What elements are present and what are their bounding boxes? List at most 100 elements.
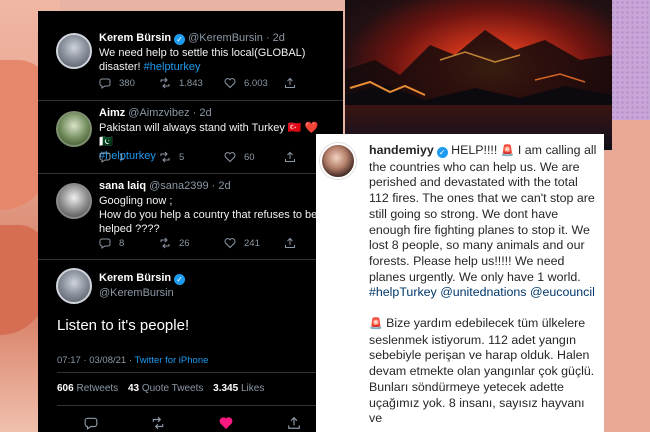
main-tweet-actions: [38, 416, 343, 432]
tweet-text: We need help to settle this local(GLOBAL…: [99, 46, 329, 74]
caption-text: Bize yardım edebilecek tüm ülkelere sesl…: [369, 316, 595, 426]
avatar[interactable]: [320, 143, 356, 179]
handle: @Aimzvibez · 2d: [128, 107, 212, 119]
tweet-actions: 380 1.843 6.003: [99, 77, 296, 89]
share-icon: [284, 151, 296, 163]
instagram-post-card: handemiyy ✓ HELP!!!! 🚨 I am calling all t…: [316, 134, 604, 432]
retweet-button[interactable]: 26: [159, 237, 224, 249]
hashtag-link[interactable]: #helpTurkey: [369, 285, 437, 299]
tweet-stats: 606 Retweets 43 Quote Tweets 3.345 Likes: [57, 383, 264, 394]
verified-badge-icon: ✓: [174, 274, 186, 285]
reply-count: 380: [119, 77, 135, 89]
avatar[interactable]: [56, 268, 92, 304]
tweet-body: Googling now ;: [99, 195, 173, 207]
retweet-count: 26: [179, 237, 190, 249]
siren-icon: 🚨: [369, 318, 383, 331]
hashtag-link[interactable]: #helpturkey: [144, 61, 201, 73]
caption-paragraph-turkish: 🚨 Bize yardım edebilecek tüm ülkelere se…: [369, 316, 599, 427]
mention-link[interactable]: @eucouncil: [530, 285, 595, 299]
reply-count: 1: [119, 151, 125, 163]
caption-text: I am calling all the countries who can h…: [369, 143, 597, 284]
retweet-button[interactable]: 5: [159, 151, 224, 163]
share-icon[interactable]: [287, 416, 301, 430]
display-name[interactable]: sana laiq: [99, 180, 146, 192]
tweet-header: Aimz @Aimzvibez · 2d: [99, 107, 212, 119]
instagram-username[interactable]: handemiyy: [369, 143, 434, 157]
tweet-actions: 1 5 60: [99, 151, 296, 163]
siren-icon: 🚨: [500, 145, 515, 157]
share-button[interactable]: [284, 237, 296, 249]
reply-icon: [99, 151, 111, 163]
handle: @KeremBursin: [99, 287, 174, 299]
background-pink-block: [600, 120, 650, 432]
display-name[interactable]: Kerem Bürsin: [99, 32, 171, 44]
reply-icon: [99, 77, 111, 89]
like-button[interactable]: 6.003: [224, 77, 284, 89]
reply-button[interactable]: 380: [99, 77, 159, 89]
share-button[interactable]: [284, 77, 296, 89]
divider: [38, 259, 343, 260]
display-name[interactable]: Kerem Bürsin: [99, 272, 171, 284]
retweet-icon: [159, 151, 171, 163]
instagram-caption: handemiyy ✓ HELP!!!! 🚨 I am calling all t…: [369, 143, 599, 427]
retweets-count[interactable]: 606: [57, 383, 74, 394]
tweet-timestamp: 07:17 · 03/08/21 · Twitter for iPhone: [57, 355, 208, 366]
caption-text: HELP!!!!: [447, 143, 501, 157]
tweet-text: Googling now ; How do you help a country…: [99, 194, 339, 236]
retweets-label[interactable]: Retweets: [76, 383, 118, 394]
verified-badge-icon: ✓: [436, 147, 448, 158]
like-button[interactable]: 60: [224, 151, 284, 163]
tweet-header: sana laiq @sana2399 · 2d: [99, 180, 231, 192]
quote-tweets-count[interactable]: 43: [128, 383, 139, 394]
like-button[interactable]: 241: [224, 237, 284, 249]
tweet-body: We need help to settle this local(GLOBAL…: [99, 47, 306, 73]
tweet-body-line2: How do you help a country that refuses t…: [99, 209, 318, 235]
verified-badge-icon: ✓: [174, 34, 186, 45]
avatar[interactable]: [56, 183, 92, 219]
share-icon: [284, 237, 296, 249]
handle: @sana2399 · 2d: [149, 180, 231, 192]
divider: [57, 405, 327, 406]
main-tweet-handle-row: @KeremBursin: [99, 287, 174, 299]
handle: @KeremBursin · 2d: [188, 32, 285, 44]
share-button[interactable]: [284, 151, 296, 163]
wildfire-photo: [345, 0, 612, 150]
retweet-button[interactable]: 1.843: [159, 77, 224, 89]
avatar[interactable]: [56, 111, 92, 147]
reply-button[interactable]: 8: [99, 237, 159, 249]
display-name[interactable]: Aimz: [99, 107, 125, 119]
share-icon: [284, 77, 296, 89]
reply-icon: [99, 237, 111, 249]
divider: [57, 372, 327, 373]
mention-link[interactable]: @unitednations: [440, 285, 526, 299]
like-icon[interactable]: [219, 416, 233, 430]
like-icon: [224, 151, 236, 163]
tweet-body: Pakistan will always stand with Turkey 🇹…: [99, 122, 319, 148]
like-icon: [224, 237, 236, 249]
divider: [38, 100, 343, 101]
retweet-count: 5: [179, 151, 185, 163]
retweet-icon: [159, 237, 171, 249]
likes-label[interactable]: Likes: [241, 383, 264, 394]
retweet-count: 1.843: [179, 77, 203, 89]
main-tweet-text: Listen to it's people!: [57, 317, 190, 334]
reply-count: 8: [119, 237, 125, 249]
main-tweet-name-row: Kerem Bürsin ✓: [99, 272, 186, 285]
like-count: 6.003: [244, 77, 268, 89]
like-count: 60: [244, 151, 255, 163]
tweet-header: Kerem Bürsin ✓ @KeremBursin · 2d: [99, 32, 285, 45]
avatar[interactable]: [56, 33, 92, 69]
twitter-thread-panel: Kerem Bürsin ✓ @KeremBursin · 2d We need h…: [38, 11, 343, 432]
source-link[interactable]: Twitter for iPhone: [134, 355, 208, 366]
reply-icon[interactable]: [84, 416, 98, 430]
retweet-icon: [159, 77, 171, 89]
tweet-actions: 8 26 241: [99, 237, 296, 249]
divider: [38, 173, 343, 174]
like-icon: [224, 77, 236, 89]
retweet-icon[interactable]: [151, 416, 165, 430]
timestamp: 07:17 · 03/08/21 ·: [57, 355, 135, 366]
like-count: 241: [244, 237, 260, 249]
quote-tweets-label[interactable]: Quote Tweets: [142, 383, 204, 394]
reply-button[interactable]: 1: [99, 151, 159, 163]
likes-count[interactable]: 3.345: [213, 383, 238, 394]
